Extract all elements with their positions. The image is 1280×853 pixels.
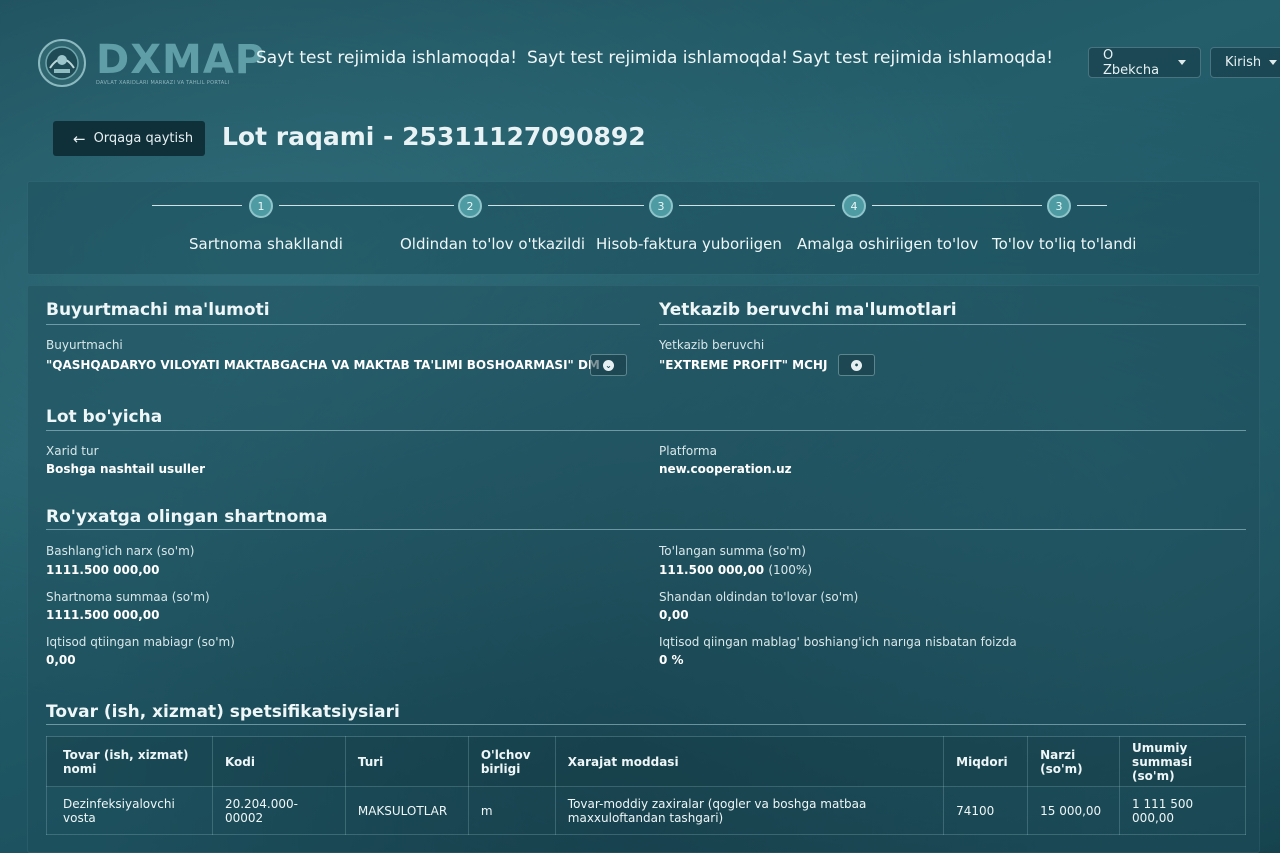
table-cell: Tovar-moddiy zaxiralar (qogler va boshga…: [554, 786, 945, 835]
spec-table: Tovar (ish, xizmat) nomi Kodi Turi O'lch…: [46, 736, 1246, 835]
logo-subtitle: DAVLAT XARIDLARI MARKAZI VA TAHLIL PORTA…: [96, 80, 230, 86]
paid-sum-percent: (100%): [768, 563, 812, 577]
column-header: Turi: [344, 736, 469, 787]
supplier-info-button[interactable]: •: [838, 354, 875, 376]
step-1-number: 1: [249, 194, 273, 218]
marquee-text-2: Sayt test rejimida ishlamoqda!: [527, 48, 789, 68]
prepaid-label: Shandan oldindan to'lovar (so'm): [659, 590, 859, 604]
step-2-number: 2: [458, 194, 482, 218]
saved-value: 0,00: [46, 653, 76, 667]
table-header-row: Tovar (ish, xizmat) nomi Kodi Turi O'lch…: [46, 736, 1246, 787]
chevron-down-icon: [1178, 60, 1186, 65]
divider: [46, 529, 1246, 530]
supplier-value: "EXTREME PROFIT" MCHJ: [659, 358, 828, 372]
column-header: Narzi (so'm): [1027, 736, 1121, 787]
customer-label: Buyurtmachi: [46, 338, 123, 352]
info-icon: ⌄: [603, 359, 614, 371]
step-connector: [872, 205, 1042, 206]
spec-section-title: Tovar (ish, xizmat) spetsifikatsiysiari: [46, 702, 400, 722]
step-5-label: To'lov to'liq to'landi: [992, 235, 1137, 253]
login-select[interactable]: Kirish: [1210, 47, 1280, 78]
divider: [46, 430, 1246, 431]
column-header: Umumiy summasi (so'm): [1119, 736, 1246, 787]
info-icon: •: [851, 359, 862, 371]
emblem-icon: [38, 39, 86, 87]
step-connector: [279, 205, 454, 206]
paid-sum-value: 111.500 000,00 (100%): [659, 563, 812, 577]
table-cell: 20.204.000-00002: [211, 786, 346, 835]
language-label: O Zbekcha: [1103, 47, 1160, 78]
prepaid-value: 0,00: [659, 608, 689, 622]
step-5-number: 3: [1047, 194, 1071, 218]
table-cell: MAKSULOTLAR: [344, 786, 469, 835]
page-title: Lot raqami - 25311127090892: [222, 122, 646, 151]
customer-section-title: Buyurtmachi ma'lumoti: [46, 300, 270, 320]
marquee-text-3: Sayt test rejimida ishlamoqda!: [792, 48, 1054, 68]
logo[interactable]: DXMAP DAVLAT XARIDLARI MARKAZI VA TAHLIL…: [36, 38, 265, 88]
back-button[interactable]: ← Orqaga qaytish: [53, 121, 205, 156]
start-price-label: Bashlang'ich narx (so'm): [46, 544, 195, 558]
saved-label: Iqtisod qtiingan mabiagr (so'm): [46, 635, 235, 649]
column-header: O'lchov birligi: [467, 736, 556, 787]
step-3-label: Hisob-faktura yuboriigen: [596, 235, 782, 253]
table-cell: 1 111 500 000,00: [1119, 786, 1246, 835]
saved-percent-label: Iqtisod qiingan mablag' boshiang'ich nar…: [659, 635, 1017, 649]
divider: [46, 324, 640, 325]
supplier-label: Yetkazib beruvchi: [659, 338, 765, 352]
paid-sum-label: To'langan summa (so'm): [659, 544, 806, 558]
step-3-number: 3: [649, 194, 673, 218]
divider: [46, 724, 1246, 725]
column-header: Kodi: [211, 736, 346, 787]
column-header: Miqdori: [943, 736, 1029, 787]
step-connector: [488, 205, 644, 206]
step-2-label: Oldindan to'lov o'tkazildi: [400, 235, 586, 253]
table-cell: 15 000,00: [1027, 786, 1121, 835]
login-label: Kirish: [1225, 55, 1262, 70]
stepper: [27, 181, 1260, 275]
step-connector: [152, 205, 242, 206]
contract-sum-label: Shartnoma summaa (so'm): [46, 590, 210, 604]
paid-sum-amount: 111.500 000,00: [659, 563, 765, 577]
step-connector: [1077, 205, 1107, 206]
start-price-value: 1111.500 000,00: [46, 563, 160, 577]
table-cell: m: [467, 786, 556, 835]
marquee-text-1: Sayt test rejimida ishlamoqda!: [256, 48, 518, 68]
lot-section-title: Lot bo'yicha: [46, 407, 163, 427]
step-1-label: Sartnoma shakllandi: [189, 235, 343, 253]
header: DXMAP DAVLAT XARIDLARI MARKAZI VA TAHLIL…: [0, 0, 1280, 100]
purchase-type-label: Xarid tur: [46, 444, 99, 458]
contract-sum-value: 1111.500 000,00: [46, 608, 160, 622]
step-4-label: Amalga oshiriigen to'lov: [797, 235, 979, 253]
contract-section-title: Ro'yxatga olingan shartnoma: [46, 507, 328, 527]
arrow-left-icon: ←: [73, 129, 86, 148]
logo-text: DXMAP: [96, 37, 266, 83]
supplier-section-title: Yetkazib beruvchi ma'lumotlari: [659, 300, 957, 320]
table-row: Dezinfeksiyalovchi vosta 20.204.000-0000…: [46, 786, 1246, 835]
column-header: Xarajat moddasi: [554, 736, 945, 787]
customer-value: "QASHQADARYO VILOYATI MAKTABGACHA VA MAK…: [46, 358, 600, 372]
platform-value: new.cooperation.uz: [659, 462, 792, 476]
purchase-type-value: Boshga nashtail usuller: [46, 462, 206, 476]
platform-label: Platforma: [659, 444, 717, 458]
step-4-number: 4: [842, 194, 866, 218]
saved-percent-value: 0 %: [659, 653, 684, 667]
table-cell: Dezinfeksiyalovchi vosta: [46, 786, 213, 835]
table-cell: 74100: [943, 786, 1029, 835]
customer-info-button[interactable]: ⌄: [590, 354, 627, 376]
back-label: Orqaga qaytish: [93, 131, 194, 146]
step-connector: [679, 205, 835, 206]
chevron-down-icon: [1269, 60, 1278, 65]
language-select[interactable]: O Zbekcha: [1088, 47, 1201, 78]
column-header: Tovar (ish, xizmat) nomi: [46, 736, 213, 787]
divider: [659, 324, 1246, 325]
